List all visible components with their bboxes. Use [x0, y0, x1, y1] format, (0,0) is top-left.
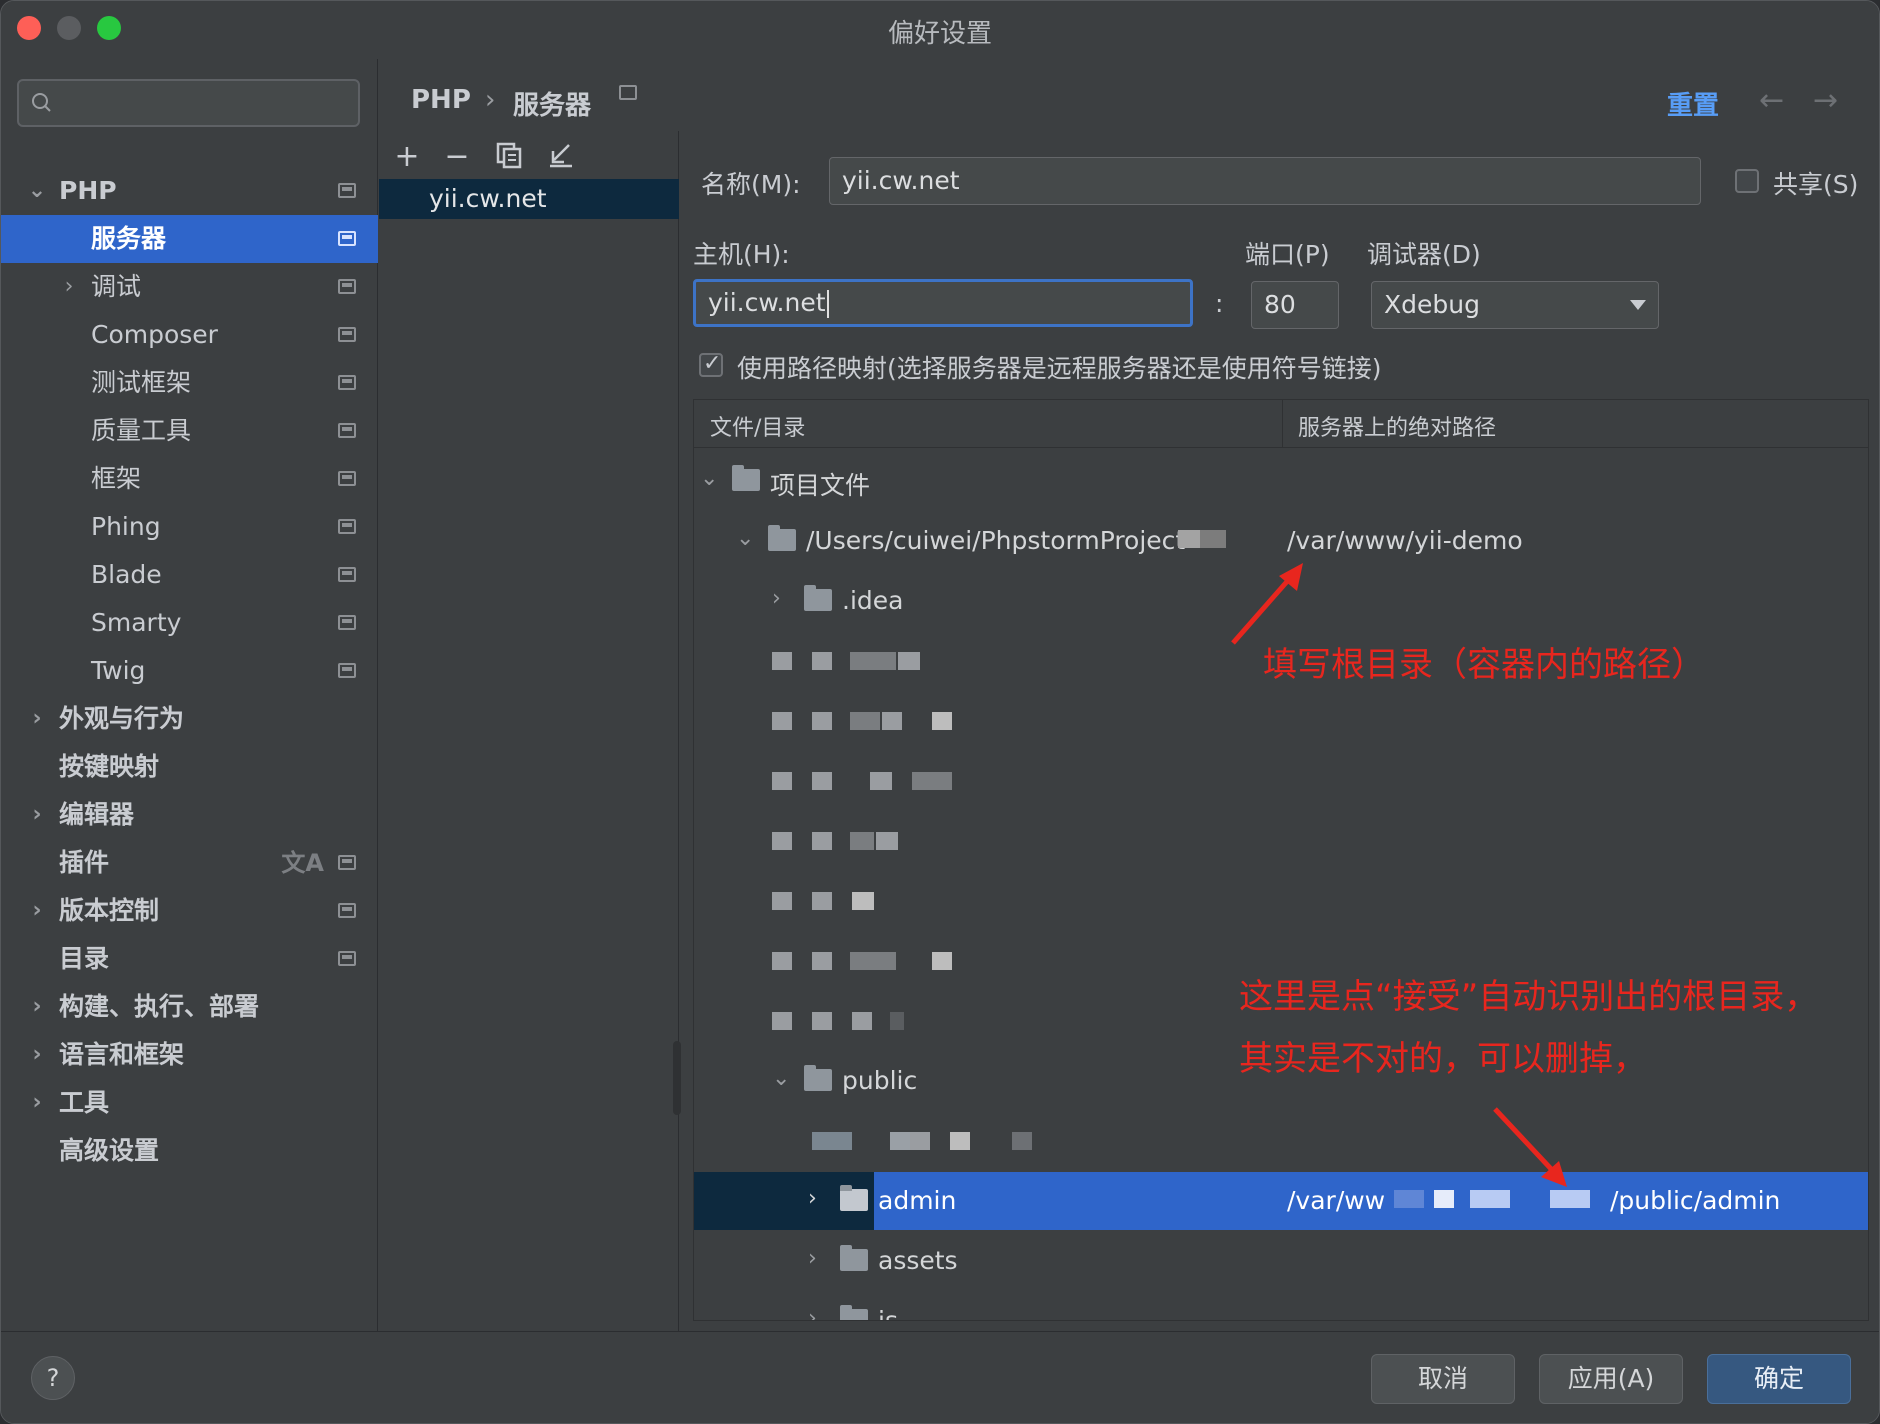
annotation-arrow-admin — [1493, 1107, 1555, 1173]
preferences-window: 偏好设置 ⌄ PHP 服务器 › 调试 Composer 测试框架 质量工具 框… — [0, 0, 1880, 1424]
annotation-arrows — [1231, 563, 1567, 1187]
help-button[interactable]: ? — [31, 1356, 75, 1400]
annotation-auto-hint-line1: 这里是点“接受”自动识别出的根目录， — [1239, 977, 1819, 1017]
annotation-root-hint: 填写根目录（容器内的路径） — [1263, 645, 1705, 685]
annotation-arrow-root — [1231, 575, 1293, 645]
annotation-auto-hint-line2: 其实是不对的，可以删掉， — [1239, 1039, 1647, 1079]
apply-button[interactable]: 应用(A) — [1539, 1354, 1683, 1404]
cancel-button[interactable]: 取消 — [1371, 1354, 1515, 1404]
ok-button[interactable]: 确定 — [1707, 1354, 1851, 1404]
dialog-footer: ? 取消 应用(A) 确定 — [1, 1331, 1879, 1423]
